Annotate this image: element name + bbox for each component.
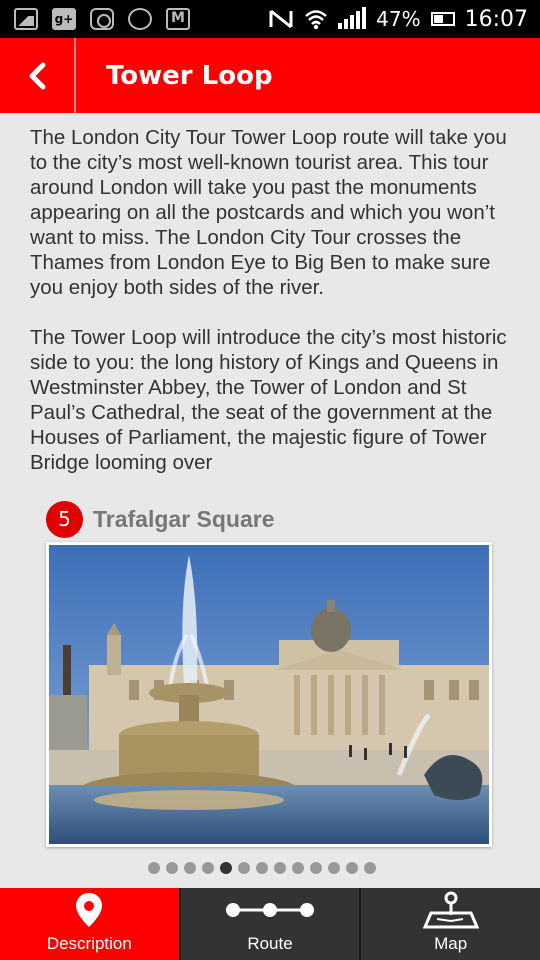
pagination-dot[interactable]	[310, 862, 322, 874]
nav-map-label: Map	[434, 934, 468, 953]
trafalgar-square-photo	[49, 545, 489, 844]
description-paragraph-1: The London City Tour Tower Loop route wi…	[30, 126, 507, 299]
page-title: Tower Loop	[106, 60, 273, 91]
nav-route-label: Route	[247, 934, 293, 953]
pagination-dot[interactable]	[166, 862, 178, 874]
battery-percent: 47%	[376, 7, 421, 31]
nav-description[interactable]: Description	[0, 888, 179, 960]
route-icon	[226, 903, 314, 917]
bottom-navigation: Description Route Map	[0, 888, 540, 960]
back-button[interactable]	[0, 38, 76, 113]
pagination-dot[interactable]	[292, 862, 304, 874]
pagination-dot[interactable]	[328, 862, 340, 874]
location-pin-icon	[76, 893, 103, 927]
pagination-dot[interactable]	[346, 862, 358, 874]
pagination-dot[interactable]	[148, 862, 160, 874]
nav-map[interactable]: Map	[359, 888, 540, 960]
pagination-dot[interactable]	[220, 862, 232, 874]
pagination-dot[interactable]	[202, 862, 214, 874]
slide-number-badge: 5	[46, 500, 83, 538]
map-icon	[422, 891, 479, 929]
nfc-icon	[269, 9, 293, 29]
photo-carousel[interactable]	[46, 542, 492, 847]
pagination-dot[interactable]	[274, 862, 286, 874]
status-bar: g+ 47% 16:07	[0, 0, 540, 38]
whatsapp-icon	[128, 8, 152, 30]
description-paragraph-2: The Tower Loop will introduce the city’s…	[30, 326, 507, 474]
pagination-dot[interactable]	[364, 862, 376, 874]
pagination-dot[interactable]	[184, 862, 196, 874]
wifi-icon	[305, 10, 327, 30]
google-plus-icon: g+	[52, 8, 76, 30]
chevron-left-icon	[29, 62, 46, 89]
slide-title: Trafalgar Square	[93, 505, 275, 532]
carousel-pagination[interactable]	[0, 860, 540, 876]
app-header: Tower Loop	[0, 38, 540, 113]
signal-icon	[338, 7, 367, 29]
description-text[interactable]: The London City Tour Tower Loop route wi…	[0, 113, 540, 498]
battery-icon	[430, 12, 455, 26]
clock: 16:07	[464, 6, 528, 32]
system-status: 47% 16:07	[268, 7, 540, 32]
nav-description-label: Description	[46, 934, 132, 953]
nav-route[interactable]: Route	[178, 888, 360, 960]
pagination-dot[interactable]	[256, 862, 268, 874]
slide-header: 5 Trafalgar Square	[46, 500, 275, 538]
instagram-icon	[90, 8, 114, 30]
notification-icons: g+	[0, 8, 190, 30]
gallery-icon	[14, 8, 38, 30]
pagination-dot[interactable]	[238, 862, 250, 874]
gmail-icon	[166, 8, 190, 30]
